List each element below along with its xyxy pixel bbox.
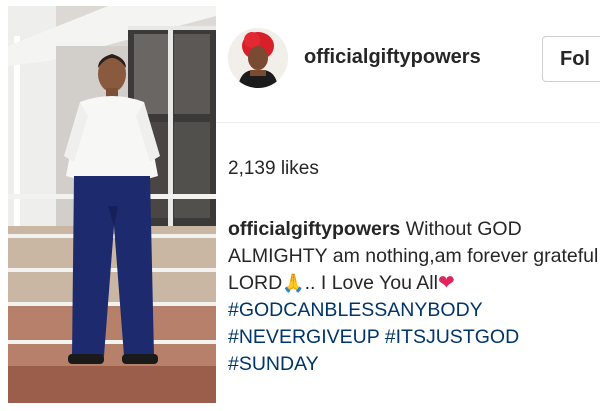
follow-button[interactable]: Fol [542, 36, 600, 82]
hashtag-sunday[interactable]: #SUNDAY [228, 353, 319, 375]
hashtag-itsjustgod[interactable]: #ITSJUSTGOD [385, 326, 519, 348]
hashtag-nevergiveup[interactable]: #NEVERGIVEUP [228, 326, 379, 348]
post-caption: officialgiftypowers Without GOD ALMIGHTY… [228, 216, 600, 378]
caption-text-part2: .. I Love You All [304, 272, 438, 294]
caption-username[interactable]: officialgiftypowers [228, 218, 400, 240]
post-photo[interactable] [8, 6, 216, 403]
instagram-post: officialgiftypowers Fol 2,139 likes offi… [0, 0, 600, 411]
folded-hands-icon: 🙏 [282, 273, 305, 293]
hashtag-godcanblessanybody[interactable]: #GODCANBLESSANYBODY [228, 299, 483, 321]
post-username[interactable]: officialgiftypowers [304, 46, 481, 69]
post-details: officialgiftypowers Fol 2,139 likes offi… [216, 0, 600, 411]
likes-count[interactable]: 2,139 likes [228, 158, 319, 180]
avatar-image [228, 28, 288, 88]
profile-avatar[interactable] [228, 28, 288, 88]
post-photo-image [8, 6, 216, 403]
red-heart-icon: ❤ [437, 272, 455, 294]
post-header: officialgiftypowers Fol [216, 0, 600, 123]
